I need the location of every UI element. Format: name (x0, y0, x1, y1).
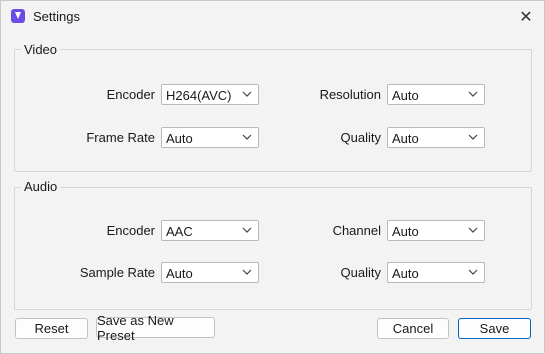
app-icon (11, 9, 25, 23)
chevron-down-icon (468, 227, 478, 233)
audio-encoder-label: Encoder (106, 223, 155, 238)
audio-quality-label: Quality (340, 265, 381, 280)
video-encoder-value: H264(AVC) (166, 88, 232, 103)
audio-channel-label: Channel (332, 223, 381, 238)
audio-quality-select[interactable]: Auto (387, 262, 485, 283)
chevron-down-icon (242, 91, 252, 97)
save-button[interactable]: Save (458, 318, 531, 339)
title-bar: Settings ✕ (1, 1, 544, 32)
chevron-down-icon (242, 269, 252, 275)
audio-group-title: Audio (21, 179, 61, 194)
video-quality-select[interactable]: Auto (387, 127, 485, 148)
video-resolution-label: Resolution (319, 87, 381, 102)
chevron-down-icon (242, 227, 252, 233)
video-encoder-label: Encoder (106, 87, 155, 102)
settings-dialog: Settings ✕ Video Encoder H264(AVC) Resol… (0, 0, 545, 354)
audio-group (14, 187, 532, 310)
close-icon[interactable]: ✕ (509, 3, 543, 30)
video-quality-label: Quality (340, 130, 381, 145)
audio-quality-value: Auto (392, 266, 419, 281)
audio-sample-rate-select[interactable]: Auto (161, 262, 259, 283)
save-as-new-preset-button[interactable]: Save as New Preset (96, 313, 215, 343)
video-frame-rate-select[interactable]: Auto (161, 127, 259, 148)
audio-encoder-value: AAC (166, 224, 193, 239)
chevron-down-icon (242, 134, 252, 140)
video-group (14, 49, 532, 172)
video-group-title: Video (21, 42, 61, 57)
video-quality-value: Auto (392, 131, 419, 146)
audio-channel-value: Auto (392, 224, 419, 239)
audio-channel-select[interactable]: Auto (387, 220, 485, 241)
chevron-down-icon (468, 134, 478, 140)
video-frame-rate-value: Auto (166, 131, 193, 146)
window-title: Settings (33, 9, 80, 24)
audio-sample-rate-value: Auto (166, 266, 193, 281)
video-encoder-select[interactable]: H264(AVC) (161, 84, 259, 105)
video-resolution-select[interactable]: Auto (387, 84, 485, 105)
cancel-button[interactable]: Cancel (377, 318, 449, 339)
video-frame-rate-label: Frame Rate (86, 130, 155, 145)
reset-button[interactable]: Reset (15, 318, 88, 339)
chevron-down-icon (468, 91, 478, 97)
audio-sample-rate-label: Sample Rate (79, 265, 155, 280)
audio-encoder-select[interactable]: AAC (161, 220, 259, 241)
chevron-down-icon (468, 269, 478, 275)
video-resolution-value: Auto (392, 88, 419, 103)
